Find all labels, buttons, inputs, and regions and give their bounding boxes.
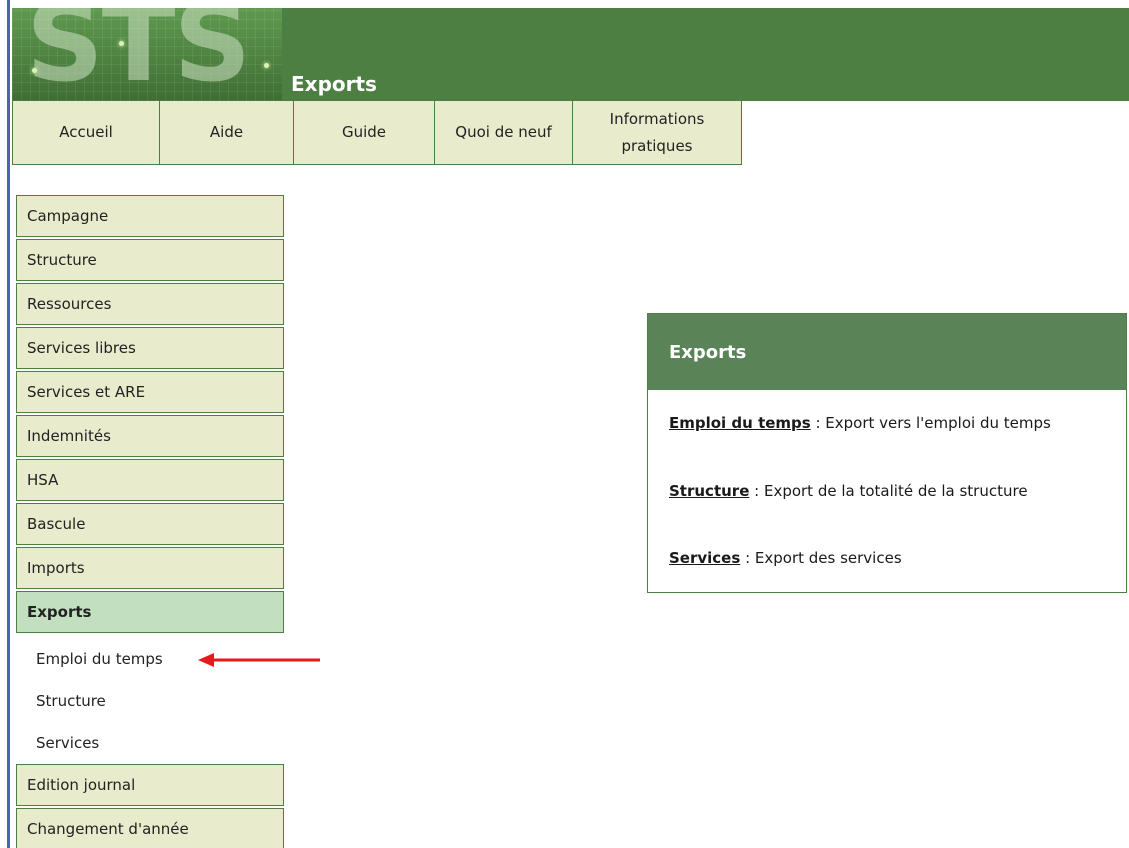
row-description: : Export des services <box>740 549 902 567</box>
nav-guide[interactable]: Guide <box>293 101 435 165</box>
nav-informations-pratiques[interactable]: Informations pratiques <box>572 101 742 165</box>
panel-row-services: Services : Export des services <box>669 549 902 567</box>
top-navigation: Accueil Aide Guide Quoi de neuf Informat… <box>12 101 742 165</box>
sidebar-item-services-libres[interactable]: Services libres <box>16 327 284 369</box>
sidebar-item-structure[interactable]: Structure <box>16 239 284 281</box>
sidebar-item-changement-annee[interactable]: Changement d'année <box>16 808 284 848</box>
nav-aide[interactable]: Aide <box>159 101 294 165</box>
submenu-item-services[interactable]: Services <box>16 722 284 764</box>
submenu-item-structure[interactable]: Structure <box>16 680 284 722</box>
row-description: : Export vers l'emploi du temps <box>810 414 1051 432</box>
row-description: : Export de la totalité de la structure <box>749 482 1028 500</box>
sidebar-item-hsa[interactable]: HSA <box>16 459 284 501</box>
exports-panel: Exports Emploi du temps : Export vers l'… <box>647 313 1127 593</box>
sidebar-item-ressources[interactable]: Ressources <box>16 283 284 325</box>
red-arrow-icon <box>198 653 320 667</box>
sidebar-menu: Campagne Structure Ressources Services l… <box>16 195 284 848</box>
sidebar-item-edition-journal[interactable]: Edition journal <box>16 764 284 806</box>
logo-sparkle-icon <box>264 63 269 68</box>
sidebar-item-imports[interactable]: Imports <box>16 547 284 589</box>
sidebar-item-bascule[interactable]: Bascule <box>16 503 284 545</box>
left-border <box>7 0 10 848</box>
link-emploi-du-temps[interactable]: Emploi du temps <box>669 414 811 432</box>
link-structure[interactable]: Structure <box>669 482 749 500</box>
page-title: Exports <box>291 72 377 96</box>
nav-quoi-de-neuf[interactable]: Quoi de neuf <box>434 101 573 165</box>
logo-sparkle-icon <box>119 41 124 46</box>
sts-logo[interactable]: STS <box>12 8 282 101</box>
sidebar-item-indemnites[interactable]: Indemnités <box>16 415 284 457</box>
panel-row-emploi-du-temps: Emploi du temps : Export vers l'emploi d… <box>669 414 1051 432</box>
logo-sparkle-icon <box>32 68 37 73</box>
link-services[interactable]: Services <box>669 549 740 567</box>
panel-title: Exports <box>648 314 1126 390</box>
logo-text: STS <box>26 8 251 101</box>
sidebar-item-campagne[interactable]: Campagne <box>16 195 284 237</box>
sidebar-item-exports[interactable]: Exports <box>16 591 284 633</box>
panel-row-structure: Structure : Export de la totalité de la … <box>669 482 1028 500</box>
sidebar-item-services-et-are[interactable]: Services et ARE <box>16 371 284 413</box>
nav-accueil[interactable]: Accueil <box>12 101 160 165</box>
